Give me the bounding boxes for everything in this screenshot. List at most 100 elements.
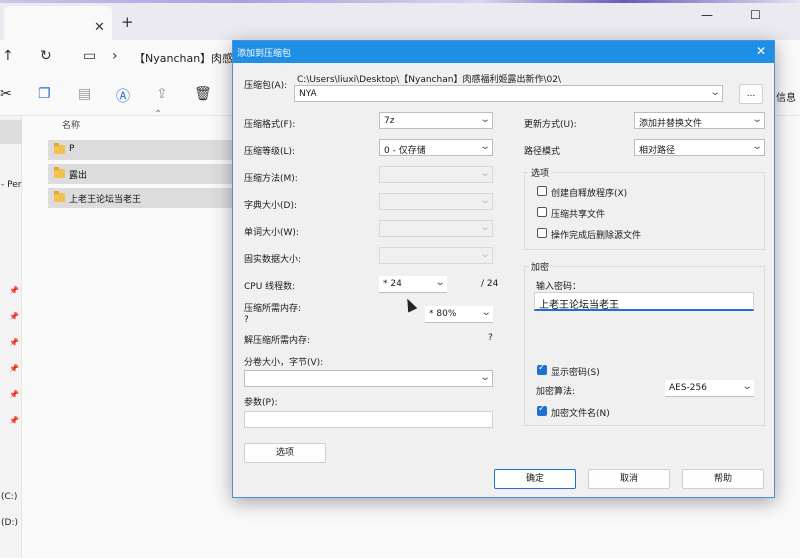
file-row[interactable]: P bbox=[48, 140, 238, 160]
chevron-down-icon[interactable]: ⌄ bbox=[479, 141, 490, 152]
path-mode-label: 路径模式 bbox=[524, 147, 561, 157]
cpu-threads-combo[interactable]: * 24 ⌄ bbox=[379, 276, 447, 293]
file-row[interactable]: 露出 bbox=[48, 164, 238, 184]
shared-files-checkbox[interactable] bbox=[537, 207, 547, 217]
drive-d[interactable]: (D:) bbox=[1, 518, 18, 528]
chevron-down-icon[interactable]: ⌄ bbox=[751, 141, 762, 152]
chevron-down-icon[interactable]: ⌄ bbox=[709, 87, 720, 98]
cut-icon[interactable]: ✂ bbox=[0, 86, 12, 102]
decomp-label: 解压缩所需内存: bbox=[244, 336, 311, 346]
monitor-icon[interactable]: ▭ bbox=[83, 48, 96, 64]
dialog-title-bar[interactable]: 添加到压缩包 ✕ bbox=[233, 41, 774, 63]
sort-chevron-icon: ⌃ bbox=[154, 109, 163, 120]
word-label: 单词大小(W): bbox=[244, 228, 299, 238]
archive-name-combo[interactable]: NYA ⌄ bbox=[294, 85, 723, 102]
file-row[interactable]: 上老王论坛当老王 bbox=[48, 188, 238, 208]
new-tab-icon[interactable]: + bbox=[121, 13, 134, 31]
navigation-pane: - Per 📌 📌 📌 📌 📌 📌 (C:) (D:) bbox=[0, 116, 22, 558]
folder-icon bbox=[54, 167, 65, 178]
delete-icon[interactable]: 🗑 bbox=[194, 86, 212, 102]
split-size-combo[interactable]: ⌄ bbox=[244, 370, 493, 387]
format-combo[interactable]: 7z ⌄ bbox=[379, 112, 493, 129]
chevron-down-icon[interactable]: ⌄ bbox=[741, 381, 752, 392]
algorithm-value: AES-256 bbox=[669, 383, 707, 393]
chevron-down-icon[interactable]: ⌄ bbox=[479, 114, 490, 125]
explorer-tab[interactable]: ✕ bbox=[4, 6, 112, 40]
cpu-label: CPU 线程数: bbox=[244, 282, 296, 292]
chevron-down-icon[interactable]: ⌄ bbox=[434, 277, 445, 288]
refresh-icon[interactable]: ↻ bbox=[40, 48, 52, 64]
solid-label: 固实数据大小: bbox=[244, 255, 302, 265]
mem-question: ? bbox=[244, 315, 249, 325]
help-button[interactable]: 帮助 bbox=[682, 469, 764, 489]
up-arrow-icon[interactable]: ↑ bbox=[2, 48, 14, 64]
copy-icon[interactable]: ❐ bbox=[38, 86, 51, 102]
update-mode-combo[interactable]: 添加并替换文件 ⌄ bbox=[634, 112, 765, 129]
password-input[interactable]: 上老王论坛当老王 bbox=[534, 292, 754, 311]
sfx-label[interactable]: 创建自释放程序(X) bbox=[551, 186, 627, 199]
format-value: 7z bbox=[384, 116, 395, 126]
info-label[interactable]: 信息 bbox=[776, 89, 796, 104]
mem-label: 压缩所需内存: bbox=[244, 304, 302, 314]
chevron-right-icon[interactable]: › bbox=[112, 48, 118, 64]
cancel-button[interactable]: 取消 bbox=[588, 469, 670, 489]
column-header-name[interactable]: 名称 bbox=[62, 118, 80, 131]
password-value: 上老王论坛当老王 bbox=[539, 300, 619, 311]
wallpaper-strip bbox=[0, 0, 800, 3]
folder-icon bbox=[54, 191, 65, 202]
encrypt-names-label[interactable]: 加密文件名(N) bbox=[551, 406, 610, 419]
pin-icon: 📌 bbox=[9, 364, 19, 373]
options-group-title: 选项 bbox=[529, 166, 552, 179]
encrypt-names-checkbox[interactable] bbox=[537, 404, 547, 416]
paste-icon[interactable]: ▤ bbox=[78, 86, 91, 102]
memory-usage-value: * 80% bbox=[429, 309, 457, 319]
pin-icon: 📌 bbox=[9, 312, 19, 321]
address-breadcrumb[interactable]: 【Nyanchan】肉感福 bbox=[134, 50, 244, 66]
close-icon[interactable]: ✕ bbox=[756, 44, 766, 58]
pin-icon: 📌 bbox=[9, 286, 19, 295]
nav-selected-item[interactable] bbox=[0, 120, 22, 144]
cpu-total: / 24 bbox=[481, 279, 499, 289]
level-value: 0 - 仅存储 bbox=[384, 146, 426, 156]
show-password-checkbox[interactable] bbox=[537, 363, 547, 375]
drive-c[interactable]: (C:) bbox=[1, 492, 17, 502]
shared-files-label[interactable]: 压缩共享文件 bbox=[551, 207, 605, 220]
file-name: 上老王论坛当老王 bbox=[69, 195, 142, 205]
chevron-down-icon: ⌄ bbox=[479, 249, 491, 260]
algorithm-combo[interactable]: AES-256 ⌄ bbox=[665, 380, 754, 397]
update-mode-value: 添加并替换文件 bbox=[639, 119, 703, 129]
level-label: 压缩等级(L): bbox=[244, 147, 296, 157]
maximize-button[interactable]: ☐ bbox=[750, 8, 761, 22]
path-mode-combo[interactable]: 相对路径 ⌄ bbox=[634, 139, 765, 156]
pin-icon: 📌 bbox=[9, 338, 19, 347]
delete-after-label[interactable]: 操作完成后删除源文件 bbox=[551, 228, 641, 241]
chevron-down-icon[interactable]: ⌄ bbox=[480, 307, 491, 318]
archive-path: C:\Users\liuxi\Desktop\【Nyanchan】肉感福利姬露出… bbox=[297, 75, 561, 85]
archive-name-value: NYA bbox=[299, 89, 317, 99]
word-combo: ⌄ bbox=[379, 220, 493, 237]
share-icon[interactable]: ⇪ bbox=[156, 86, 168, 102]
add-to-archive-dialog: 添加到压缩包 ✕ 压缩包(A): C:\Users\liuxi\Desktop\… bbox=[232, 40, 775, 498]
level-combo[interactable]: 0 - 仅存储 ⌄ bbox=[379, 139, 493, 156]
minimize-button[interactable]: — bbox=[701, 8, 713, 22]
memory-usage-combo[interactable]: * 80% ⌄ bbox=[425, 306, 493, 323]
archive-label: 压缩包(A): bbox=[244, 81, 288, 91]
close-tab-icon[interactable]: ✕ bbox=[94, 20, 105, 35]
format-label: 压缩格式(F): bbox=[244, 120, 296, 130]
pin-icon: 📌 bbox=[9, 390, 19, 399]
solid-combo: ⌄ bbox=[379, 247, 493, 264]
sfx-checkbox[interactable] bbox=[537, 186, 547, 196]
chevron-down-icon[interactable]: ⌄ bbox=[751, 114, 762, 125]
params-input[interactable] bbox=[244, 411, 493, 428]
browse-button[interactable]: ... bbox=[739, 84, 763, 104]
ok-button[interactable]: 确定 bbox=[494, 469, 576, 489]
show-password-label[interactable]: 显示密码(S) bbox=[551, 365, 600, 378]
chevron-down-icon[interactable]: ⌄ bbox=[479, 372, 490, 383]
rename-icon[interactable]: Ⓐ bbox=[116, 86, 130, 106]
options-button[interactable]: 选项 bbox=[244, 443, 326, 463]
dict-label: 字典大小(D): bbox=[244, 201, 297, 211]
delete-after-checkbox[interactable] bbox=[537, 228, 547, 238]
chevron-down-icon: ⌄ bbox=[479, 222, 491, 233]
split-label: 分卷大小，字节(V): bbox=[244, 358, 324, 368]
nav-item-partial[interactable]: - Per bbox=[1, 180, 21, 190]
